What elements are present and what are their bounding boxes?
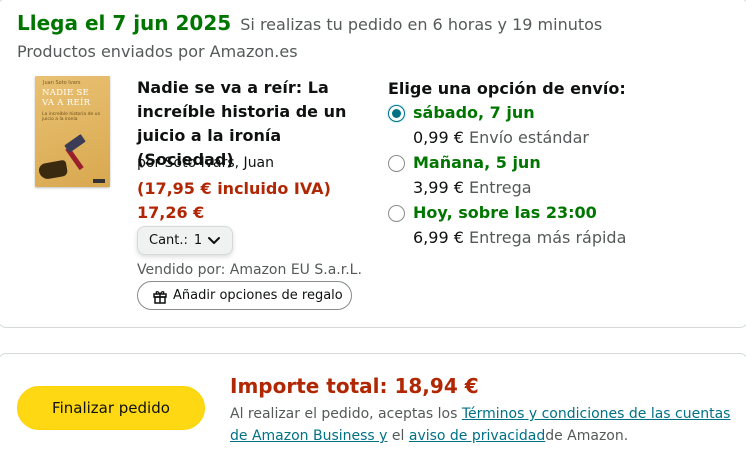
quantity-select[interactable]: Cant.: 1: [137, 226, 233, 255]
chevron-down-icon: [208, 237, 220, 244]
legal-middle: el: [387, 428, 409, 444]
publisher-logo: [93, 179, 105, 183]
radio-button-selected[interactable]: [388, 105, 405, 122]
shipped-by-text: Productos enviados por Amazon.es: [17, 42, 298, 61]
shipping-option-price-line: 0,99 € Envío estándar: [413, 128, 589, 147]
order-total: Importe total: 18,94 €: [230, 374, 479, 398]
delivery-condition: Si realizas tu pedido en 6 horas y 19 mi…: [240, 15, 603, 34]
shipping-option-price: 0,99 €: [413, 128, 464, 147]
legal-suffix: de Amazon.: [545, 428, 629, 444]
cover-subtitle: La increíble historia de un juicio a la …: [42, 112, 101, 122]
radio-button[interactable]: [388, 155, 405, 172]
shipping-heading: Elige una opción de envío:: [388, 79, 626, 98]
shipping-option-price-line: 6,99 € Entrega más rápida: [413, 228, 626, 247]
shipping-option-price: 6,99 €: [413, 228, 464, 247]
shipping-option-label[interactable]: Mañana, 5 jun: [413, 153, 541, 172]
legal-notice: Al realizar el pedido, aceptas los Térmi…: [230, 403, 740, 447]
quantity-value: 1: [193, 233, 203, 248]
cover-title-line1: NADIE SE: [42, 88, 90, 98]
book-cover-image[interactable]: Juan Soto Ivars NADIE SE VA A REÍR La in…: [35, 76, 110, 187]
shipping-option-label[interactable]: Hoy, sobre las 23:00: [413, 203, 597, 222]
product-author: por Soto Ivars, Juan: [137, 155, 275, 171]
seller-text: Vendido por: Amazon EU S.a.r.L.: [137, 262, 362, 278]
cover-hand: [37, 159, 69, 181]
add-gift-options-button[interactable]: Añadir opciones de regalo: [137, 281, 352, 310]
product-price: (17,95 € incluido IVA) 17,26 €: [137, 179, 331, 222]
shipping-option-desc: Entrega más rápida: [468, 228, 627, 247]
privacy-link[interactable]: aviso de privacidad: [409, 428, 545, 444]
order-total-label: Importe total:: [230, 374, 388, 398]
cover-gavel-head: [64, 134, 86, 153]
delivery-headline: Llega el 7 jun 2025 Si realizas tu pedid…: [17, 11, 602, 35]
delivery-date: Llega el 7 jun 2025: [17, 11, 232, 35]
gift-icon: [153, 290, 167, 304]
shipping-option-price: 3,99 €: [413, 178, 464, 197]
radio-button[interactable]: [388, 205, 405, 222]
legal-prefix: Al realizar el pedido, aceptas los: [230, 406, 462, 422]
shipping-option-label[interactable]: sábado, 7 jun: [413, 103, 535, 122]
quantity-label: Cant.:: [149, 233, 188, 248]
cover-title-line2: VA A REÍR: [42, 98, 91, 108]
cover-author: Juan Soto Ivars: [43, 80, 81, 86]
shipping-option-desc: Entrega: [468, 178, 532, 197]
place-order-button[interactable]: Finalizar pedido: [17, 386, 205, 430]
gift-button-label: Añadir opciones de regalo: [173, 288, 343, 303]
order-total-value: 18,94 €: [394, 374, 479, 398]
shipping-option-desc: Envío estándar: [468, 128, 589, 147]
shipping-option-price-line: 3,99 € Entrega: [413, 178, 532, 197]
